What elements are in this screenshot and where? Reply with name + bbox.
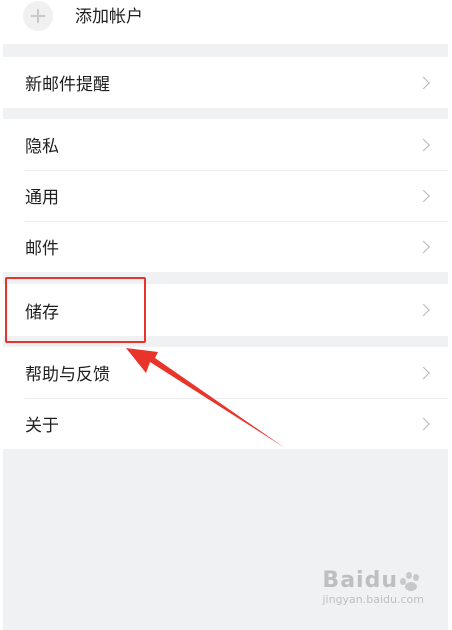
notification-group: 新邮件提醒 (3, 57, 448, 108)
paw-icon (398, 570, 424, 592)
chevron-right-icon (417, 303, 430, 317)
settings-item-general[interactable]: 通用 (3, 170, 448, 221)
support-group: 帮助与反馈 关于 (3, 347, 448, 449)
settings-item-label: 通用 (25, 188, 59, 208)
chevron-right-icon (417, 417, 430, 430)
settings-item-mail[interactable]: 邮件 (3, 221, 448, 272)
settings-item-new-mail-alert[interactable]: 新邮件提醒 (3, 57, 448, 108)
watermark-brand: Baidu (322, 568, 398, 593)
plus-icon (23, 1, 53, 31)
chevron-right-icon (417, 189, 430, 202)
settings-item-label: 帮助与反馈 (25, 365, 110, 385)
chevron-right-icon (417, 366, 430, 379)
settings-item-storage[interactable]: 储存 (3, 284, 448, 336)
baidu-watermark: Baidu jingyan.baidu.com (322, 568, 424, 606)
settings-item-label: 储存 (25, 302, 59, 323)
settings-item-privacy[interactable]: 隐私 (3, 119, 448, 170)
watermark-sub: jingyan.baidu.com (322, 593, 424, 606)
settings-item-label: 新邮件提醒 (25, 75, 110, 95)
general-group: 隐私 通用 邮件 (3, 119, 448, 272)
settings-item-help-feedback[interactable]: 帮助与反馈 (3, 347, 448, 398)
chevron-right-icon (417, 76, 430, 89)
storage-group: 储存 (3, 284, 448, 336)
add-account-row[interactable]: 添加帐户 (3, 0, 448, 44)
settings-item-about[interactable]: 关于 (3, 398, 448, 449)
settings-panel: 添加帐户 新邮件提醒 隐私 通用 邮件 储存 帮助与反馈 关于 Baidu ji… (3, 0, 448, 630)
chevron-right-icon (417, 138, 430, 151)
add-account-label: 添加帐户 (75, 6, 143, 27)
settings-item-label: 隐私 (25, 137, 59, 157)
settings-item-label: 邮件 (25, 239, 59, 259)
settings-item-label: 关于 (25, 416, 59, 436)
screenshot-frame: 添加帐户 新邮件提醒 隐私 通用 邮件 储存 帮助与反馈 关于 Baidu ji… (0, 0, 452, 630)
chevron-right-icon (417, 240, 430, 253)
add-account-group: 添加帐户 (3, 0, 448, 44)
